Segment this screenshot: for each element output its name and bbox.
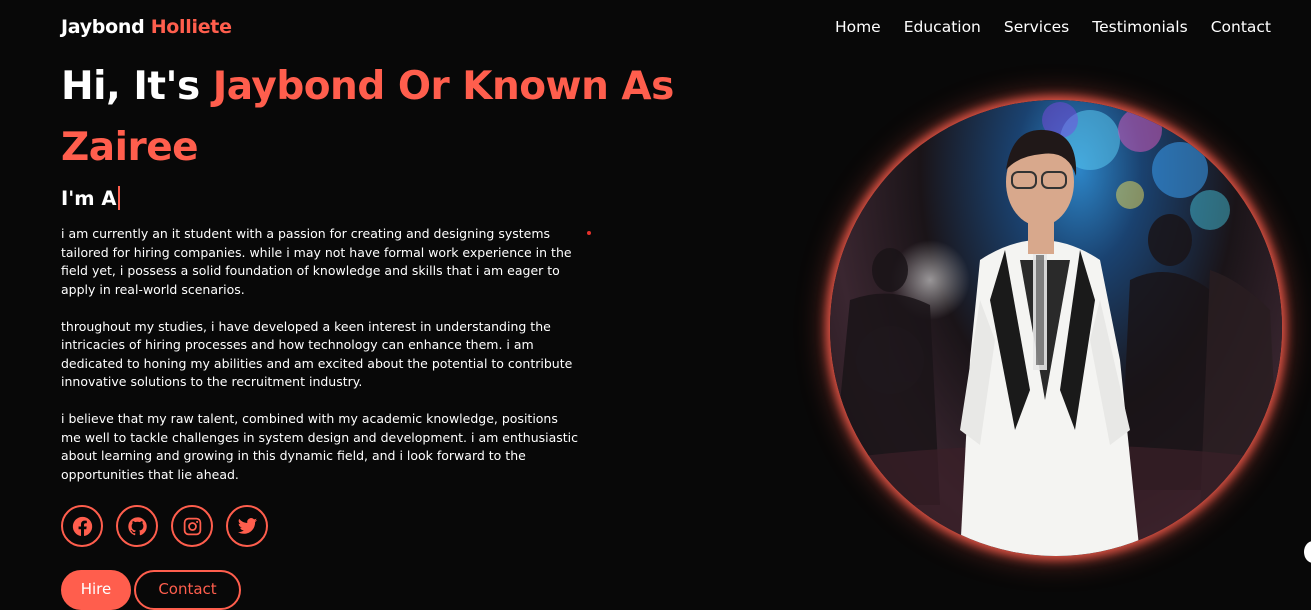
instagram-icon bbox=[183, 517, 201, 535]
edge-circle-element[interactable] bbox=[1304, 541, 1311, 563]
logo-first-name: Jaybond bbox=[61, 16, 145, 38]
twitter-link[interactable] bbox=[226, 505, 268, 547]
hero-greeting: Hi, It's bbox=[61, 64, 200, 109]
bio-text: i am currently an it student with a pass… bbox=[61, 225, 581, 503]
bio-paragraph: i am currently an it student with a pass… bbox=[61, 226, 572, 297]
twitter-icon bbox=[237, 517, 257, 534]
instagram-link[interactable] bbox=[171, 505, 213, 547]
typing-caret bbox=[118, 186, 121, 210]
nav-contact-link[interactable]: Contact bbox=[1211, 18, 1271, 36]
role-typing-line: I'm A bbox=[61, 186, 121, 210]
site-header: Jaybond Holliete Home Education Services… bbox=[61, 14, 1271, 46]
nav-services-link[interactable]: Services bbox=[1004, 18, 1069, 36]
contact-button[interactable]: Contact bbox=[134, 570, 241, 610]
bio-paragraph: i believe that my raw talent, combined w… bbox=[61, 411, 579, 482]
logo-last-name: Holliete bbox=[150, 16, 232, 38]
nav-testimonials-link[interactable]: Testimonials bbox=[1092, 18, 1187, 36]
profile-photo bbox=[830, 100, 1282, 556]
hire-button-label: Hire bbox=[80, 580, 112, 598]
main-nav: Home Education Services Testimonials Con… bbox=[812, 18, 1271, 36]
hero-title: Hi, It's Jaybond Or Known As Zairee bbox=[61, 56, 721, 178]
hire-button[interactable]: Hire bbox=[61, 570, 131, 610]
nav-education-link[interactable]: Education bbox=[904, 18, 981, 36]
person bbox=[960, 129, 1140, 556]
contact-button-label: Contact bbox=[158, 580, 217, 598]
facebook-icon bbox=[72, 516, 92, 536]
role-prefix: I'm A bbox=[61, 187, 117, 210]
github-link[interactable] bbox=[116, 505, 158, 547]
nav-home-link[interactable]: Home bbox=[835, 18, 881, 36]
profile-person-illustration bbox=[830, 102, 1282, 556]
github-icon bbox=[127, 516, 147, 535]
social-links bbox=[61, 505, 281, 547]
facebook-link[interactable] bbox=[61, 505, 103, 547]
site-logo[interactable]: Jaybond Holliete bbox=[61, 16, 232, 38]
bio-paragraph: throughout my studies, i have developed … bbox=[61, 318, 573, 390]
decorative-dot bbox=[587, 231, 591, 235]
